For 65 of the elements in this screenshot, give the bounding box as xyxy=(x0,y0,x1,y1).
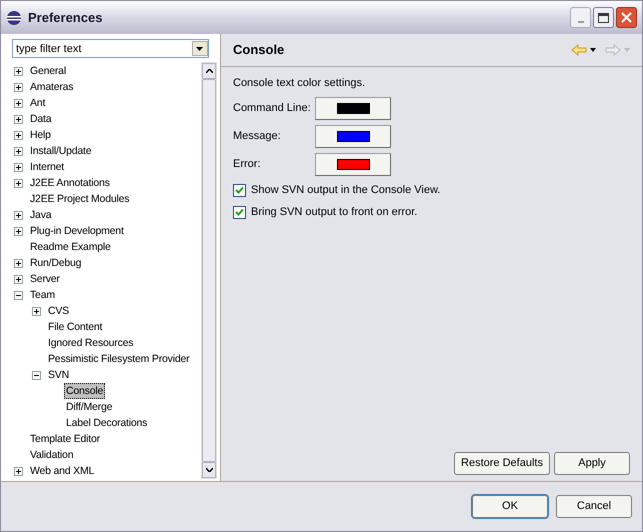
tree-item[interactable]: Server xyxy=(28,271,62,287)
tree-item[interactable]: General xyxy=(28,63,68,79)
tree-item[interactable]: Help xyxy=(28,127,53,143)
expand-icon[interactable] xyxy=(14,226,23,236)
ok-button[interactable]: OK xyxy=(472,495,548,518)
expand-icon[interactable] xyxy=(14,162,23,172)
expand-icon[interactable] xyxy=(14,146,23,156)
tree-item[interactable]: File Content xyxy=(46,319,104,335)
expand-icon[interactable] xyxy=(14,258,23,268)
description: Console text color settings. xyxy=(233,76,366,91)
tree-item[interactable]: Web and XML xyxy=(28,463,96,479)
tree-item[interactable]: Validation xyxy=(28,447,76,463)
tree-item[interactable]: Data xyxy=(28,111,54,127)
expand-icon[interactable] xyxy=(14,82,23,92)
tree-item[interactable]: Team xyxy=(28,287,57,303)
tree-item[interactable]: Amateras xyxy=(28,79,76,95)
restore-defaults-button[interactable]: Restore Defaults xyxy=(454,452,550,475)
apply-button[interactable]: Apply xyxy=(554,452,630,475)
dropdown-icon[interactable] xyxy=(590,48,596,52)
tree-item[interactable]: Java xyxy=(28,207,54,223)
color-label: Message: xyxy=(233,129,282,144)
tree-item[interactable]: Pessimistic Filesystem Provider xyxy=(46,351,192,367)
expand-icon[interactable] xyxy=(32,306,41,316)
color-label: Command Line: xyxy=(233,101,312,116)
page-title: Console xyxy=(233,41,284,60)
tree-item[interactable]: Run/Debug xyxy=(28,255,84,271)
window-title: Preferences xyxy=(28,8,102,27)
tree-item[interactable]: Diff/Merge xyxy=(64,399,114,415)
tree-item[interactable]: SVN xyxy=(46,367,71,383)
expand-icon[interactable] xyxy=(14,466,23,476)
color-button[interactable] xyxy=(315,153,391,176)
expand-icon[interactable] xyxy=(14,98,23,108)
tree-item[interactable]: Plug-in Development xyxy=(28,223,126,239)
tree-item[interactable]: J2EE Project Modules xyxy=(28,191,132,207)
maximize-button[interactable] xyxy=(593,7,614,28)
expand-icon[interactable] xyxy=(14,210,23,220)
tree-item[interactable]: Install/Update xyxy=(28,143,94,159)
checkbox[interactable] xyxy=(233,206,246,218)
scrollbar[interactable] xyxy=(201,62,217,479)
expand-icon[interactable] xyxy=(14,130,23,140)
expand-icon[interactable] xyxy=(14,274,23,284)
checkbox[interactable] xyxy=(233,184,246,196)
collapse-icon[interactable] xyxy=(14,290,23,300)
close-button[interactable] xyxy=(616,7,637,28)
expand-icon[interactable] xyxy=(14,178,23,188)
collapse-icon[interactable] xyxy=(32,370,41,380)
expand-icon[interactable] xyxy=(14,114,23,124)
tree-item[interactable]: Readme Example xyxy=(28,239,113,255)
color-label: Error: xyxy=(233,157,262,172)
expand-icon[interactable] xyxy=(14,66,23,76)
tree-item[interactable]: Label Decorations xyxy=(64,415,150,431)
tree-item[interactable]: Console xyxy=(64,383,106,399)
checkbox-label: Show SVN output in the Console View. xyxy=(251,182,440,198)
tree-item[interactable]: Template Editor xyxy=(28,431,102,447)
tree-item[interactable]: J2EE Annotations xyxy=(28,175,112,191)
close-icon xyxy=(621,12,632,23)
tree-item[interactable]: Internet xyxy=(28,159,66,175)
checkbox-label: Bring SVN output to front on error. xyxy=(251,204,418,220)
color-button[interactable] xyxy=(315,125,391,148)
tree-item[interactable]: CVS xyxy=(46,303,71,319)
color-button[interactable] xyxy=(315,97,391,120)
tree-item[interactable]: Ant xyxy=(28,95,48,111)
tree-item[interactable]: Ignored Resources xyxy=(46,335,136,351)
app-icon xyxy=(6,10,22,26)
cancel-button[interactable]: Cancel xyxy=(556,495,632,518)
